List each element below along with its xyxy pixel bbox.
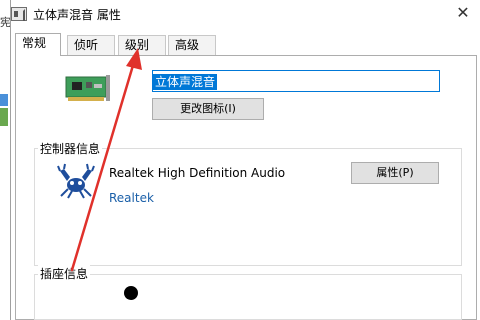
properties-dialog: 立体声混音 属性 ✕ 常规 侦听 级别 高级 立体声混音 更改图标(I) 控制器…	[10, 0, 480, 320]
close-button[interactable]: ✕	[451, 2, 475, 24]
realtek-crab-logo	[57, 163, 95, 199]
speaker-icon	[11, 7, 27, 21]
device-name-text: 立体声混音	[153, 74, 218, 90]
jack-info-label: 插座信息	[38, 265, 91, 282]
background-marker	[0, 94, 8, 106]
controller-info-label: 控制器信息	[38, 140, 103, 157]
tab-panel-general: 立体声混音 更改图标(I) 控制器信息 Realtek High Definit…	[15, 55, 477, 320]
title-bar: 立体声混音 属性 ✕	[11, 0, 480, 28]
jack-indicator-dot	[124, 286, 138, 300]
controller-name: Realtek High Definition Audio	[109, 166, 286, 180]
tab-levels[interactable]: 级别	[118, 35, 166, 55]
jack-info-group	[34, 274, 462, 320]
tab-listen[interactable]: 侦听	[67, 35, 115, 55]
background-marker	[0, 108, 8, 126]
window-title: 立体声混音 属性	[33, 8, 121, 22]
tab-general[interactable]: 常规	[15, 33, 61, 56]
device-name-input[interactable]: 立体声混音	[152, 70, 440, 92]
tab-strip: 常规 侦听 级别 高级	[15, 33, 475, 56]
controller-vendor: Realtek	[109, 191, 154, 205]
tab-advanced[interactable]: 高级	[168, 35, 216, 55]
properties-button[interactable]: 属性(P)	[351, 162, 439, 184]
change-icon-button[interactable]: 更改图标(I)	[152, 98, 264, 120]
sound-card-icon	[65, 75, 110, 101]
